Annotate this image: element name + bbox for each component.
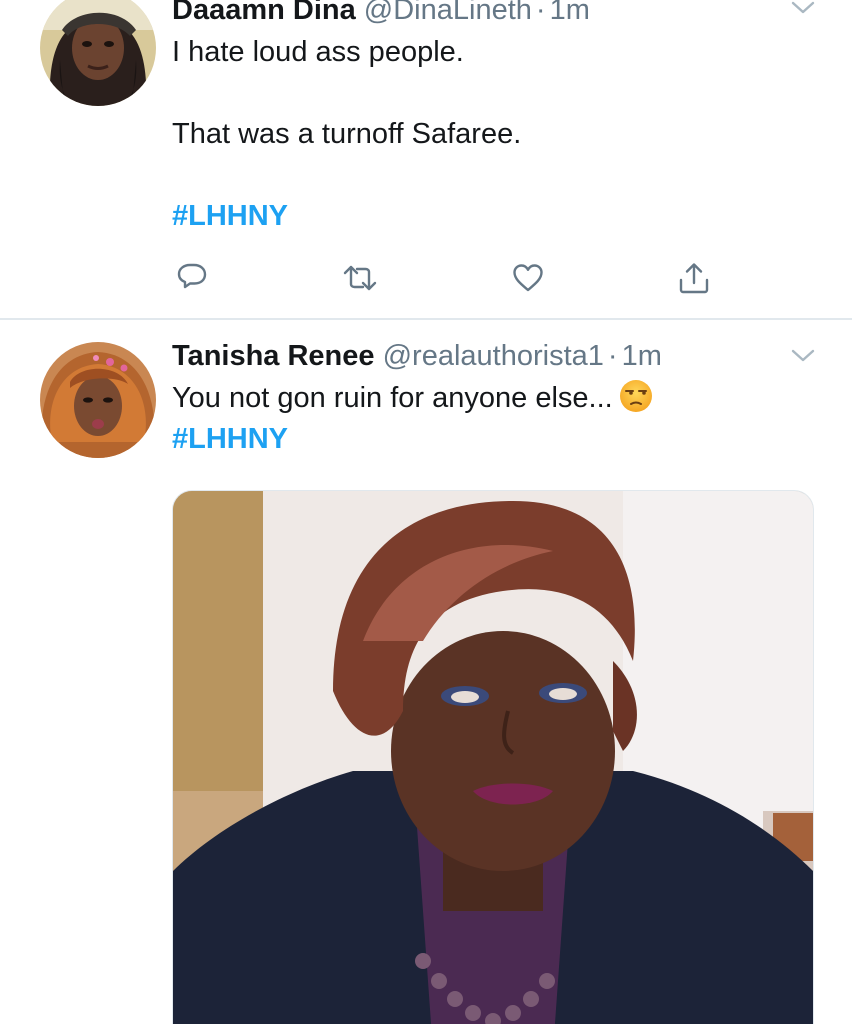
chevron-down-icon bbox=[791, 349, 815, 362]
separator-dot: · bbox=[535, 0, 546, 26]
line-break bbox=[172, 155, 812, 196]
tweet-text-line: That was a turnoff Safaree. bbox=[172, 118, 522, 150]
hashtag-link[interactable]: #LHHNY bbox=[172, 423, 288, 455]
unamused-face-emoji-icon bbox=[619, 379, 653, 413]
display-name[interactable]: Tanisha Renee bbox=[172, 340, 375, 372]
avatar-photo-icon bbox=[40, 0, 156, 106]
tweet[interactable]: Daaamn Dina @DinaLineth · 1m I hate loud a… bbox=[0, 0, 852, 318]
user-avatar[interactable] bbox=[40, 0, 156, 106]
avatar-photo-icon bbox=[40, 342, 156, 458]
tweet-text-line: I hate loud ass people. bbox=[172, 36, 464, 68]
share-button[interactable] bbox=[674, 258, 714, 298]
gif-woman-rolling-eyes-icon bbox=[173, 491, 813, 1024]
tweet-media-gif[interactable] bbox=[172, 490, 814, 1024]
user-handle[interactable]: @DinaLineth bbox=[364, 0, 532, 26]
tweet-actions bbox=[172, 258, 732, 298]
share-icon bbox=[679, 263, 709, 294]
tweet-header: Tanisha Renee @realauthorista1 · 1m bbox=[172, 336, 812, 376]
line-break bbox=[172, 73, 812, 114]
reply-icon bbox=[177, 263, 207, 289]
user-avatar[interactable] bbox=[40, 342, 156, 458]
like-button[interactable] bbox=[508, 258, 548, 298]
chevron-down-icon bbox=[791, 1, 815, 14]
tweet-menu-button[interactable] bbox=[788, 0, 818, 20]
display-name[interactable]: Daaamn Dina bbox=[172, 0, 356, 26]
reply-button[interactable] bbox=[172, 258, 212, 298]
timeline: Daaamn Dina @DinaLineth · 1m I hate loud a… bbox=[0, 0, 852, 1024]
hashtag-link[interactable]: #LHHNY bbox=[172, 200, 288, 232]
timestamp[interactable]: 1m bbox=[550, 0, 590, 26]
tweet-text: I hate loud ass people. That was a turno… bbox=[172, 32, 812, 237]
tweet-header: Daaamn Dina @DinaLineth · 1m bbox=[172, 0, 812, 30]
separator-dot: · bbox=[607, 340, 618, 372]
tweet-text-line: You not gon ruin for anyone else... bbox=[172, 382, 613, 414]
retweet-icon bbox=[343, 265, 377, 291]
retweet-button[interactable] bbox=[340, 258, 380, 298]
heart-icon bbox=[513, 264, 543, 292]
tweet-text: You not gon ruin for anyone else... #LHH… bbox=[172, 378, 812, 460]
tweet[interactable]: Tanisha Renee @realauthorista1 · 1m You no… bbox=[0, 318, 852, 1024]
user-handle[interactable]: @realauthorista1 bbox=[383, 340, 604, 372]
tweet-menu-button[interactable] bbox=[788, 344, 818, 368]
timestamp[interactable]: 1m bbox=[622, 340, 662, 372]
